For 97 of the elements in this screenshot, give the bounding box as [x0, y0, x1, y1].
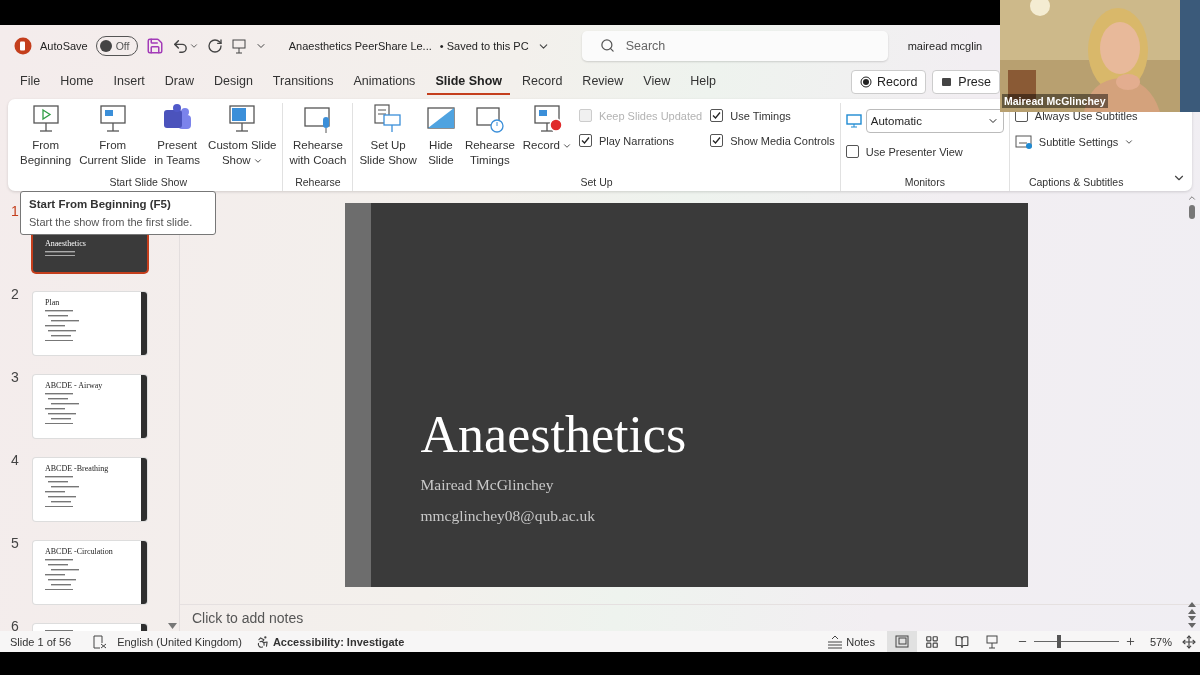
- group-label: Monitors: [903, 176, 946, 190]
- participant-name: Mairead McGlinchey: [1002, 94, 1108, 108]
- thumbnail-title: Plan: [45, 298, 61, 307]
- present-button[interactable]: Prese: [932, 70, 1000, 94]
- thumbnail-title: ABCDE -Breathing: [45, 464, 110, 473]
- spelling-icon[interactable]: [93, 634, 108, 649]
- slide-title: Anaesthetics: [420, 405, 687, 464]
- slide-subtitle: Mairead McGlinchey: [420, 476, 555, 494]
- save-status[interactable]: • Saved to this PC: [439, 40, 529, 52]
- fit-slide-icon[interactable]: [1182, 634, 1196, 649]
- checkbox-label[interactable]: Play Narrations: [598, 134, 675, 147]
- checkbox[interactable]: [710, 134, 724, 147]
- language-status[interactable]: English (United Kingdom): [117, 635, 242, 648]
- text-lines-drawing: [45, 559, 79, 591]
- slide-number: 3: [11, 369, 20, 387]
- document-title[interactable]: Anaesthetics PeerShare Le...: [288, 40, 432, 52]
- ribbon-tab[interactable]: Transitions: [264, 69, 342, 95]
- tooltip-title: Start From Beginning (F5): [29, 198, 172, 210]
- slide-number: 4: [11, 452, 20, 470]
- record-button[interactable]: Record: [851, 70, 927, 94]
- text-lines-drawing: [45, 476, 79, 508]
- thumbnail-title: ABCDE -Circulation: [45, 547, 114, 556]
- slide-number: 1: [11, 203, 20, 221]
- slide-number: 6: [11, 618, 20, 631]
- ribbon-tab[interactable]: Home: [52, 69, 102, 95]
- zoom-level[interactable]: 57%: [1149, 635, 1172, 648]
- checkbox[interactable]: [845, 145, 859, 158]
- notes-button[interactable]: Notes: [827, 634, 875, 649]
- checkbox-label[interactable]: Use Presenter View: [865, 145, 963, 158]
- autosave-label: AutoSave: [40, 40, 88, 52]
- next-slide-icon[interactable]: [1187, 615, 1197, 629]
- caret-icon: [1124, 137, 1135, 147]
- accessibility-icon[interactable]: [255, 634, 270, 649]
- ribbon-button[interactable]: Hide Slide: [421, 103, 460, 168]
- group-label: Start Slide Show: [108, 176, 189, 190]
- user-name[interactable]: mairead mcglin: [907, 40, 983, 52]
- subtitle-settings-button[interactable]: Subtitle Settings: [1014, 134, 1138, 150]
- ribbon-tab[interactable]: Insert: [105, 69, 153, 95]
- ribbon-tab[interactable]: Draw: [156, 69, 202, 95]
- zoom-thumb[interactable]: [1057, 635, 1062, 648]
- slide-thumbnail[interactable]: Plan: [33, 292, 147, 355]
- record-icon: [860, 76, 873, 88]
- slide-number: 5: [11, 535, 20, 553]
- scroll-down-icon[interactable]: [167, 623, 177, 629]
- scroll-thumb[interactable]: [1189, 205, 1195, 219]
- ribbon-tab[interactable]: Animations: [345, 69, 424, 95]
- slide[interactable]: Anaesthetics Mairead McGlinchey mmcglinchey08@qub.ac.uk: [344, 203, 1028, 587]
- record-screen-icon: [531, 103, 564, 135]
- search-icon: [599, 38, 615, 53]
- group-label: Captions & Subtitles: [1027, 176, 1125, 190]
- checkbox[interactable]: [710, 109, 724, 122]
- slide-thumbnail[interactable]: ABCDE -Circulation: [33, 541, 147, 604]
- ribbon-button[interactable]: Custom Slide Show: [205, 103, 280, 168]
- subtitle-settings-icon: [1014, 134, 1033, 150]
- thumbnail-title: Anaesthetics: [45, 239, 87, 248]
- ribbon-tab[interactable]: Help: [682, 69, 724, 95]
- zoom-in-icon[interactable]: [1124, 636, 1136, 647]
- slide-thumbnail[interactable]: ABCDE - Airway: [33, 375, 147, 438]
- ribbon-tab[interactable]: Review: [574, 69, 632, 95]
- ribbon-button[interactable]: Rehearse with Coach: [286, 103, 350, 168]
- normal-view-icon[interactable]: [886, 631, 917, 652]
- checkbox-label[interactable]: Use Timings: [730, 109, 791, 122]
- redo-icon[interactable]: [206, 38, 223, 54]
- checkbox-label[interactable]: Always Use Subtitles: [1034, 109, 1138, 122]
- monitor-select[interactable]: Automatic: [865, 109, 1004, 133]
- text-lines-drawing: [45, 393, 79, 425]
- accessibility-status[interactable]: Accessibility: Investigate: [272, 635, 405, 648]
- slide-thumbnail[interactable]: ABCDE -Breathing: [33, 458, 147, 521]
- group-label: Set Up: [579, 176, 614, 190]
- slide-email: mmcglinchey08@qub.ac.uk: [420, 507, 596, 525]
- ribbon-button[interactable]: From Beginning: [17, 103, 75, 168]
- slide-number: 2: [11, 286, 20, 304]
- ribbon-tab[interactable]: View: [635, 69, 679, 95]
- ribbon-tab[interactable]: Slide Show: [427, 69, 511, 95]
- ribbon-button[interactable]: Present in Teams: [151, 103, 204, 168]
- ribbon-tab[interactable]: Design: [205, 69, 261, 95]
- ribbon-tab[interactable]: File: [12, 69, 49, 95]
- search-field[interactable]: Search: [581, 31, 888, 61]
- checkbox-label[interactable]: Show Media Controls: [730, 134, 835, 147]
- thumbnail-title: ABCDE - Airway: [45, 381, 104, 390]
- checkbox[interactable]: [578, 134, 592, 147]
- undo-icon[interactable]: [171, 37, 199, 55]
- ribbon-tab[interactable]: Record: [514, 69, 571, 95]
- projector-icon[interactable]: [230, 38, 247, 54]
- ribbon-button[interactable]: Rehearse Timings: [461, 103, 518, 168]
- monitor-icon: [845, 114, 862, 128]
- text-lines-drawing: [45, 310, 79, 342]
- app-logo-icon: [14, 37, 32, 55]
- slide-count: Slide 1 of 56: [10, 635, 72, 648]
- ribbon-button[interactable]: Record: [519, 103, 575, 153]
- group-label: Rehearse: [294, 176, 342, 190]
- ribbon-button[interactable]: From Current Slide: [76, 103, 150, 168]
- previous-slide-icon[interactable]: [1187, 601, 1197, 615]
- text-lines-drawing: [45, 251, 75, 257]
- save-icon[interactable]: [145, 37, 164, 55]
- ribbon-button[interactable]: Set Up Slide Show: [356, 103, 420, 168]
- notes-icon: [827, 634, 844, 649]
